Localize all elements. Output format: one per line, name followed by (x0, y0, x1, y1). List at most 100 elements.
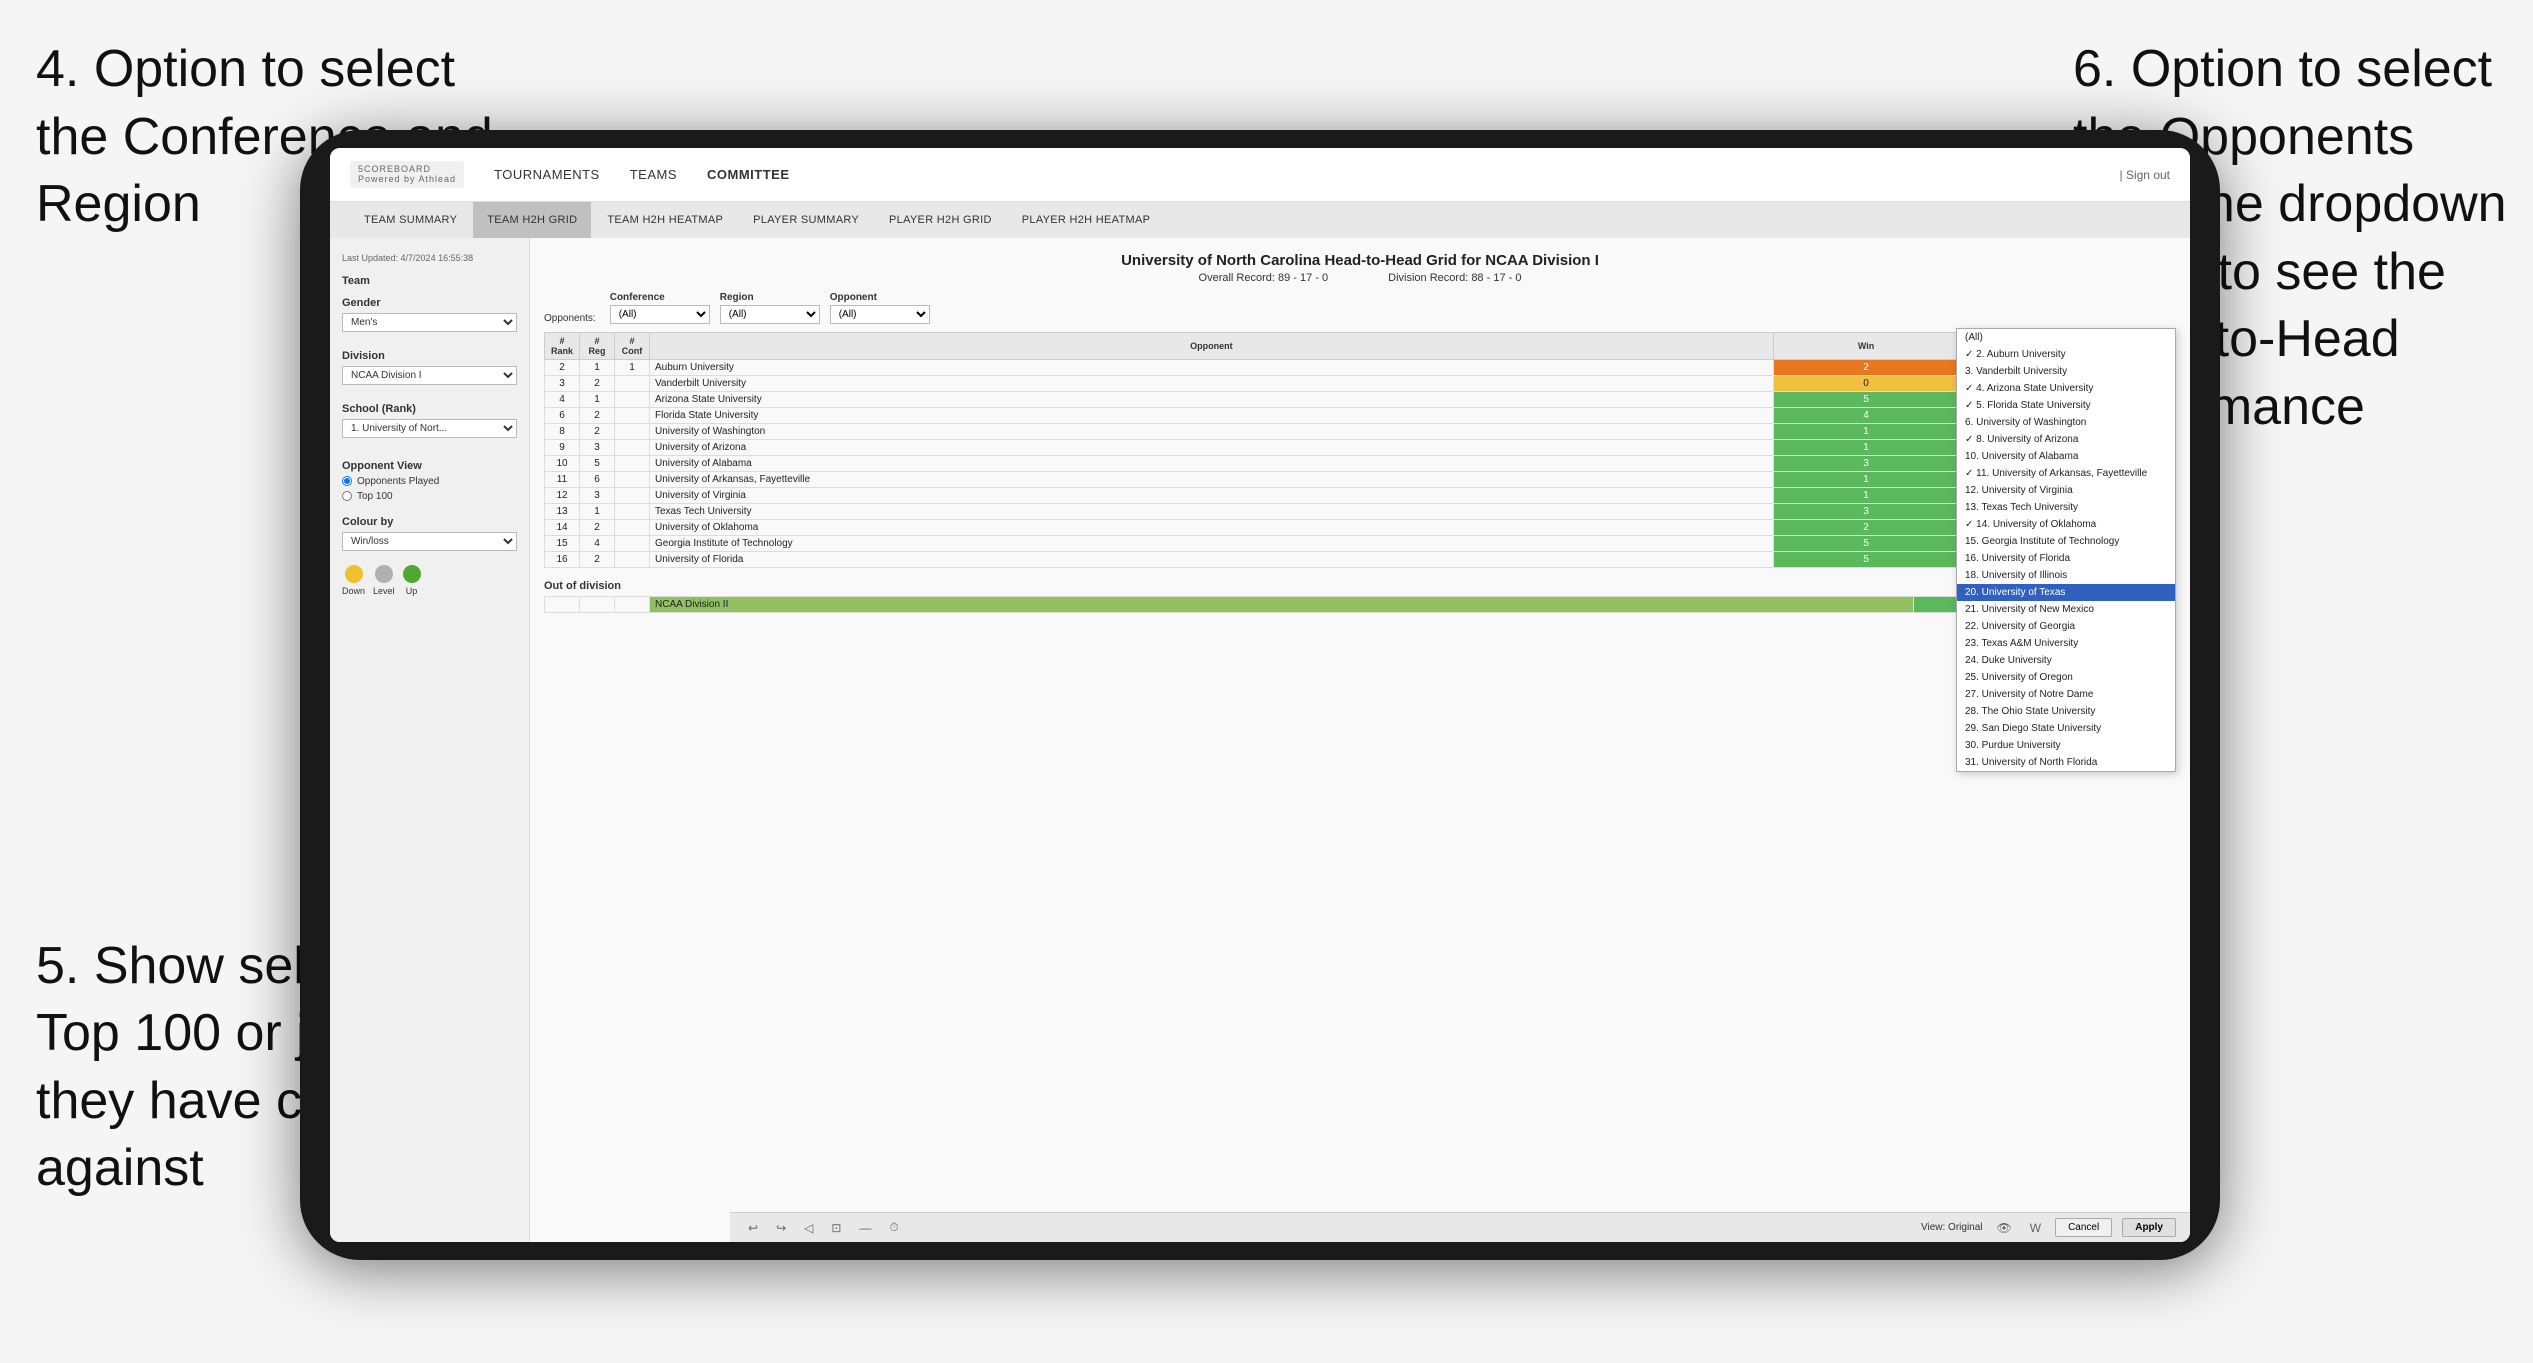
tab-player-h2h-grid[interactable]: PLAYER H2H GRID (875, 202, 1006, 238)
nav-tournaments[interactable]: TOURNAMENTS (494, 167, 600, 182)
cell-win: 3 (1773, 456, 1959, 472)
division-record: Division Record: 88 - 17 - 0 (1388, 272, 1521, 284)
dropdown-item[interactable]: ✓ 4. Arizona State University (1957, 380, 2175, 397)
dropdown-item[interactable]: 22. University of Georgia (1957, 618, 2175, 635)
table-row: 10 5 University of Alabama 3 0 (545, 456, 2176, 472)
nav-signout[interactable]: | Sign out (2120, 168, 2170, 182)
dropdown-item[interactable]: 24. Duke University (1957, 652, 2175, 669)
opponent-dropdown[interactable]: (All)✓ 2. Auburn University3. Vanderbilt… (1956, 328, 2176, 772)
dropdown-item[interactable]: 27. University of Notre Dame (1957, 686, 2175, 703)
gender-label: Gender (342, 297, 517, 309)
tab-team-h2h-heatmap[interactable]: TEAM H2H HEATMAP (593, 202, 737, 238)
conference-filter: Conference (All) (610, 292, 710, 324)
col-opponent: Opponent (650, 333, 1774, 360)
dropdown-item[interactable]: ✓ 2. Auburn University (1957, 346, 2175, 363)
dropdown-item[interactable]: ✓ 11. University of Arkansas, Fayettevil… (1957, 465, 2175, 482)
out-rank (545, 597, 580, 613)
dropdown-item[interactable]: 30. Purdue University (1957, 737, 2175, 754)
cell-reg: 2 (580, 520, 615, 536)
report-title: University of North Carolina Head-to-Hea… (544, 252, 2176, 269)
toolbar-dash[interactable]: — (855, 1221, 875, 1235)
toolbar-back[interactable]: ◁ (800, 1221, 817, 1235)
cell-rank: 6 (545, 408, 580, 424)
radio-top100[interactable]: Top 100 (342, 491, 517, 502)
division-select[interactable]: NCAA Division I (342, 366, 517, 385)
cell-name: University of Florida (650, 552, 1774, 568)
dropdown-item[interactable]: (All) (1957, 329, 2175, 346)
cell-name: University of Arizona (650, 440, 1774, 456)
dropdown-item[interactable]: 29. San Diego State University (1957, 720, 2175, 737)
opponent-select[interactable]: (All) (830, 305, 930, 324)
cell-name: University of Oklahoma (650, 520, 1774, 536)
dropdown-item[interactable]: 12. University of Virginia (1957, 482, 2175, 499)
nav-committee[interactable]: COMMITTEE (707, 167, 790, 182)
school-select[interactable]: 1. University of Nort... (342, 419, 517, 438)
dropdown-item[interactable]: 15. Georgia Institute of Technology (1957, 533, 2175, 550)
dropdown-item[interactable]: 6. University of Washington (1957, 414, 2175, 431)
dropdown-item[interactable]: 20. University of Texas (1957, 584, 2175, 601)
cell-name: Texas Tech University (650, 504, 1774, 520)
dropdown-item[interactable]: ✓ 14. University of Oklahoma (1957, 516, 2175, 533)
nav-teams[interactable]: TEAMS (630, 167, 677, 182)
table-row: 8 2 University of Washington 1 0 (545, 424, 2176, 440)
tablet-shell: 5COREBOARD Powered by Athlead TOURNAMENT… (300, 130, 2220, 1260)
cell-rank: 13 (545, 504, 580, 520)
cell-reg: 2 (580, 424, 615, 440)
dropdown-item[interactable]: 23. Texas A&M University (1957, 635, 2175, 652)
toolbar-crop[interactable]: ⊡ (827, 1221, 845, 1235)
cell-conf (615, 440, 650, 456)
dropdown-item[interactable]: 13. Texas Tech University (1957, 499, 2175, 516)
dot-down: Down (342, 565, 365, 596)
tab-player-h2h-heatmap[interactable]: PLAYER H2H HEATMAP (1008, 202, 1164, 238)
dropdown-item[interactable]: 3. Vanderbilt University (1957, 363, 2175, 380)
conference-label: Conference (610, 292, 710, 303)
filter-row: Opponents: Conference (All) Region (All) (544, 292, 2176, 324)
cell-name: Vanderbilt University (650, 376, 1774, 392)
cell-name: Georgia Institute of Technology (650, 536, 1774, 552)
col-reg: #Reg (580, 333, 615, 360)
dropdown-item[interactable]: 18. University of Illinois (1957, 567, 2175, 584)
cell-conf (615, 520, 650, 536)
dropdown-item[interactable]: ✓ 5. Florida State University (1957, 397, 2175, 414)
dropdown-item[interactable]: ✓ 8. University of Arizona (1957, 431, 2175, 448)
dropdown-item[interactable]: 21. University of New Mexico (1957, 601, 2175, 618)
table-row: 13 1 Texas Tech University 3 0 (545, 504, 2176, 520)
cell-name: University of Arkansas, Fayetteville (650, 472, 1774, 488)
cell-rank: 8 (545, 424, 580, 440)
apply-button[interactable]: Apply (2122, 1218, 2176, 1237)
tab-team-h2h-grid[interactable]: TEAM H2H GRID (473, 202, 591, 238)
dropdown-item[interactable]: 10. University of Alabama (1957, 448, 2175, 465)
radio-opponents-played[interactable]: Opponents Played (342, 476, 517, 487)
toolbar-redo[interactable]: ↪ (772, 1221, 790, 1235)
cell-win: 1 (1773, 424, 1959, 440)
cell-win: 2 (1773, 360, 1959, 376)
cell-rank: 11 (545, 472, 580, 488)
table-row: 14 2 University of Oklahoma 2 2 (545, 520, 2176, 536)
cell-name: Auburn University (650, 360, 1774, 376)
colour-select[interactable]: Win/loss (342, 532, 517, 551)
table-row: 16 2 University of Florida 5 1 (545, 552, 2176, 568)
gender-select[interactable]: Men's (342, 313, 517, 332)
tab-team-summary[interactable]: TEAM SUMMARY (350, 202, 471, 238)
dropdown-item[interactable]: 16. University of Florida (1957, 550, 2175, 567)
region-filter: Region (All) (720, 292, 820, 324)
cell-reg: 3 (580, 488, 615, 504)
cell-rank: 3 (545, 376, 580, 392)
conference-select[interactable]: (All) (610, 305, 710, 324)
region-select[interactable]: (All) (720, 305, 820, 324)
table-row: 11 6 University of Arkansas, Fayettevill… (545, 472, 2176, 488)
toolbar-clock[interactable]: ⏱ (885, 1220, 902, 1235)
app-logo: 5COREBOARD Powered by Athlead (350, 161, 464, 189)
cell-name: University of Virginia (650, 488, 1774, 504)
tab-player-summary[interactable]: PLAYER SUMMARY (739, 202, 873, 238)
cell-reg: 2 (580, 552, 615, 568)
toolbar-w[interactable]: W (2026, 1221, 2045, 1235)
dropdown-item[interactable]: 28. The Ohio State University (1957, 703, 2175, 720)
logo-sub: Powered by Athlead (358, 175, 456, 185)
dropdown-item[interactable]: 25. University of Oregon (1957, 669, 2175, 686)
toolbar-eye[interactable]: 👁 (1993, 1221, 2016, 1235)
cancel-button[interactable]: Cancel (2055, 1218, 2112, 1237)
toolbar-undo[interactable]: ↩ (744, 1221, 762, 1235)
nav-links: TOURNAMENTS TEAMS COMMITTEE (494, 167, 789, 182)
dropdown-item[interactable]: 31. University of North Florida (1957, 754, 2175, 771)
